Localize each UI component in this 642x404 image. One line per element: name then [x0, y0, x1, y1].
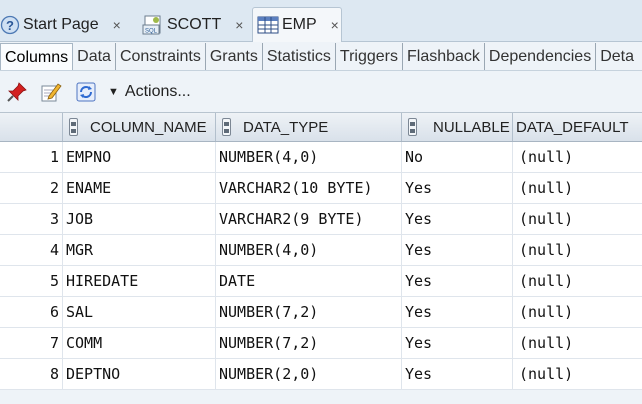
cell-column-name[interactable]: MGR	[63, 235, 216, 265]
help-icon: ?	[0, 15, 20, 35]
sort-icon	[222, 118, 231, 136]
tab-scott[interactable]: SQL SCOTT ×	[142, 7, 252, 42]
svg-text:SQL: SQL	[145, 28, 158, 34]
cell-data-type[interactable]: NUMBER(7,2)	[216, 328, 402, 358]
cell-nullable[interactable]: Yes	[402, 204, 513, 234]
tab-label: SCOTT	[167, 15, 222, 33]
subtab-data[interactable]: Data	[73, 43, 116, 70]
cell-data-type[interactable]: NUMBER(2,0)	[216, 359, 402, 389]
cell-data-default[interactable]: (null)	[513, 173, 642, 203]
cell-column-name[interactable]: SAL	[63, 297, 216, 327]
subtab-grants[interactable]: Grants	[206, 43, 263, 70]
cell-nullable[interactable]: Yes	[402, 235, 513, 265]
subtab-columns[interactable]: Columns	[0, 43, 74, 70]
sql-worksheet-icon: SQL	[142, 14, 164, 36]
subtab-constraints[interactable]: Constraints	[116, 43, 206, 70]
table-row[interactable]: 1 EMPNO NUMBER(4,0) No (null)	[0, 142, 642, 173]
row-number: 7	[0, 328, 63, 358]
toolbar: ▼ Actions...	[0, 72, 642, 112]
table-row[interactable]: 5 HIREDATE DATE Yes (null)	[0, 266, 642, 297]
tab-start-page[interactable]: ? Start Page ×	[0, 7, 134, 42]
cell-nullable[interactable]: Yes	[402, 359, 513, 389]
row-number: 1	[0, 142, 63, 172]
subtab-triggers[interactable]: Triggers	[336, 43, 403, 70]
tab-emp[interactable]: EMP ×	[252, 7, 342, 42]
close-icon[interactable]: ×	[331, 17, 339, 33]
row-number: 4	[0, 235, 63, 265]
cell-data-default[interactable]: (null)	[513, 204, 642, 234]
row-number: 2	[0, 173, 63, 203]
cell-data-default[interactable]: (null)	[513, 328, 642, 358]
subtab-flashback[interactable]: Flashback	[403, 43, 485, 70]
table-row[interactable]: 3 JOB VARCHAR2(9 BYTE) Yes (null)	[0, 204, 642, 235]
cell-column-name[interactable]: EMPNO	[63, 142, 216, 172]
row-number-header	[0, 113, 63, 141]
table-icon	[257, 16, 279, 34]
grid-header-row: COLUMN_NAME DATA_TYPE NULLABLE DATA_DEFA…	[0, 112, 642, 142]
table-row[interactable]: 4 MGR NUMBER(4,0) Yes (null)	[0, 235, 642, 266]
cell-data-type[interactable]: NUMBER(4,0)	[216, 235, 402, 265]
pin-icon[interactable]	[6, 81, 28, 103]
cell-data-default[interactable]: (null)	[513, 142, 642, 172]
cell-nullable[interactable]: Yes	[402, 328, 513, 358]
cell-nullable[interactable]: No	[402, 142, 513, 172]
subtab-details[interactable]: Deta	[596, 43, 638, 70]
column-header-data-type[interactable]: DATA_TYPE	[216, 113, 402, 141]
row-number: 8	[0, 359, 63, 389]
cell-data-type[interactable]: VARCHAR2(10 BYTE)	[216, 173, 402, 203]
close-icon[interactable]: ×	[235, 17, 243, 33]
column-header-column-name[interactable]: COLUMN_NAME	[63, 113, 216, 141]
svg-text:?: ?	[6, 18, 14, 33]
cell-column-name[interactable]: HIREDATE	[63, 266, 216, 296]
cell-column-name[interactable]: DEPTNO	[63, 359, 216, 389]
columns-grid: COLUMN_NAME DATA_TYPE NULLABLE DATA_DEFA…	[0, 112, 642, 390]
cell-column-name[interactable]: ENAME	[63, 173, 216, 203]
cell-data-type[interactable]: VARCHAR2(9 BYTE)	[216, 204, 402, 234]
caret-down-icon: ▼	[108, 86, 119, 98]
refresh-icon[interactable]	[74, 80, 98, 104]
cell-data-type[interactable]: DATE	[216, 266, 402, 296]
cell-nullable[interactable]: Yes	[402, 173, 513, 203]
tab-label: EMP	[282, 16, 317, 33]
row-number: 6	[0, 297, 63, 327]
close-icon[interactable]: ×	[113, 17, 121, 33]
subtab-statistics[interactable]: Statistics	[263, 43, 336, 70]
table-row[interactable]: 7 COMM NUMBER(7,2) Yes (null)	[0, 328, 642, 359]
cell-nullable[interactable]: Yes	[402, 266, 513, 296]
object-sub-tab-bar: Columns Data Constraints Grants Statisti…	[0, 43, 642, 71]
cell-data-default[interactable]: (null)	[513, 235, 642, 265]
row-number: 3	[0, 204, 63, 234]
cell-data-default[interactable]: (null)	[513, 266, 642, 296]
cell-column-name[interactable]: JOB	[63, 204, 216, 234]
document-tab-bar: ? Start Page × SQL SCOTT × EMP ×	[0, 0, 642, 42]
cell-data-type[interactable]: NUMBER(4,0)	[216, 142, 402, 172]
subtab-dependencies[interactable]: Dependencies	[485, 43, 597, 70]
table-row[interactable]: 2 ENAME VARCHAR2(10 BYTE) Yes (null)	[0, 173, 642, 204]
cell-nullable[interactable]: Yes	[402, 297, 513, 327]
actions-label: Actions...	[124, 83, 191, 100]
cell-data-default[interactable]: (null)	[513, 359, 642, 389]
column-header-data-default[interactable]: DATA_DEFAULT	[513, 113, 642, 141]
table-row[interactable]: 8 DEPTNO NUMBER(2,0) Yes (null)	[0, 359, 642, 390]
row-number: 5	[0, 266, 63, 296]
grid-empty-area	[0, 392, 642, 404]
table-row[interactable]: 6 SAL NUMBER(7,2) Yes (null)	[0, 297, 642, 328]
cell-data-default[interactable]: (null)	[513, 297, 642, 327]
column-header-nullable[interactable]: NULLABLE	[402, 113, 513, 141]
tab-label: Start Page	[23, 15, 99, 33]
sort-icon	[408, 118, 417, 136]
cell-data-type[interactable]: NUMBER(7,2)	[216, 297, 402, 327]
sort-icon	[69, 118, 78, 136]
cell-column-name[interactable]: COMM	[63, 328, 216, 358]
actions-menu-button[interactable]: ▼ Actions...	[108, 83, 191, 101]
edit-icon[interactable]	[40, 81, 62, 103]
